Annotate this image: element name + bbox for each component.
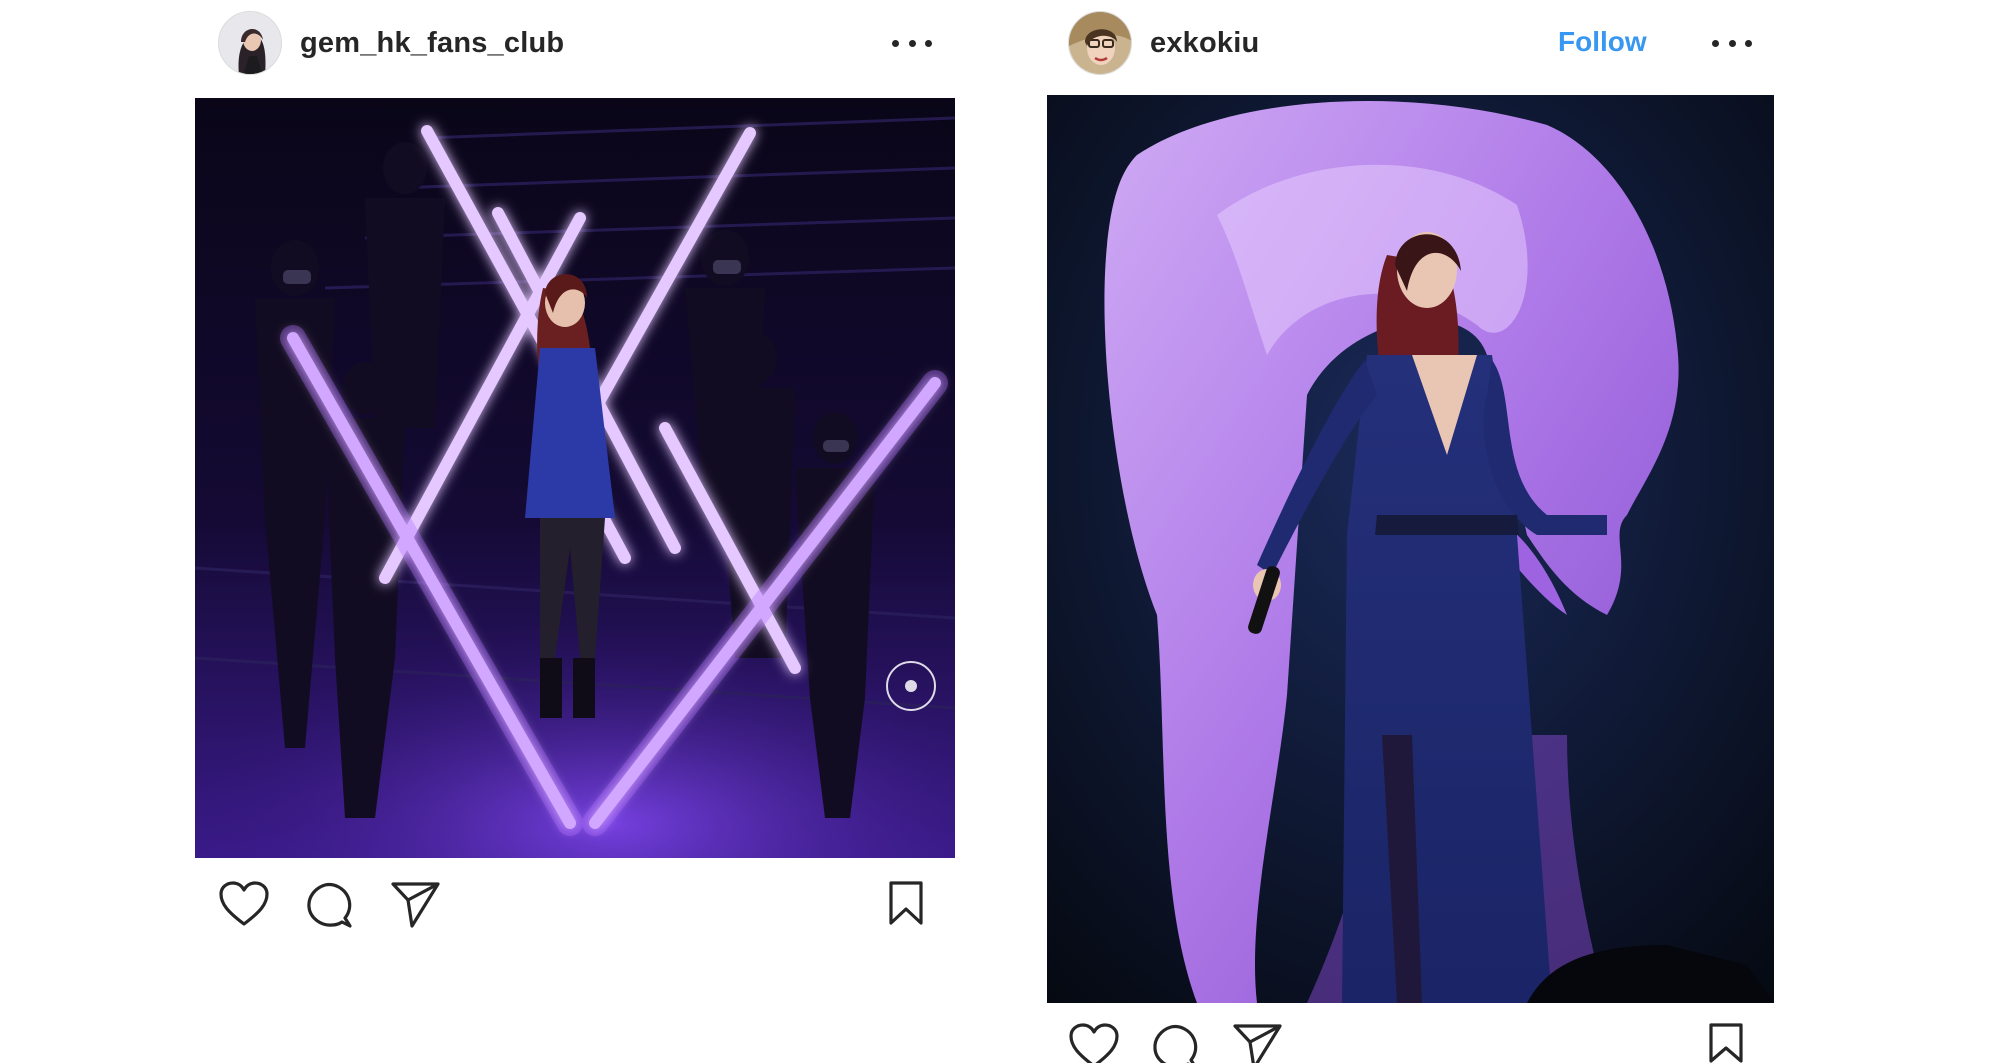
heart-icon[interactable] — [1068, 1022, 1120, 1063]
bookmark-icon[interactable] — [1708, 1022, 1744, 1063]
share-icon[interactable] — [1232, 1022, 1284, 1063]
more-options-button[interactable] — [1712, 33, 1752, 53]
avatar[interactable] — [1068, 11, 1132, 75]
comment-icon[interactable] — [1150, 1022, 1200, 1063]
feed: gem_hk_fans_club exkokiu Follow — [0, 0, 2000, 1063]
more-horizontal-icon — [1712, 39, 1719, 47]
follow-button[interactable]: Follow — [1558, 26, 1647, 58]
post-header: exkokiu — [1068, 11, 1259, 75]
username[interactable]: exkokiu — [1150, 27, 1259, 60]
post-2: exkokiu Follow — [0, 0, 2000, 1063]
post-image[interactable] — [1047, 95, 1774, 1003]
